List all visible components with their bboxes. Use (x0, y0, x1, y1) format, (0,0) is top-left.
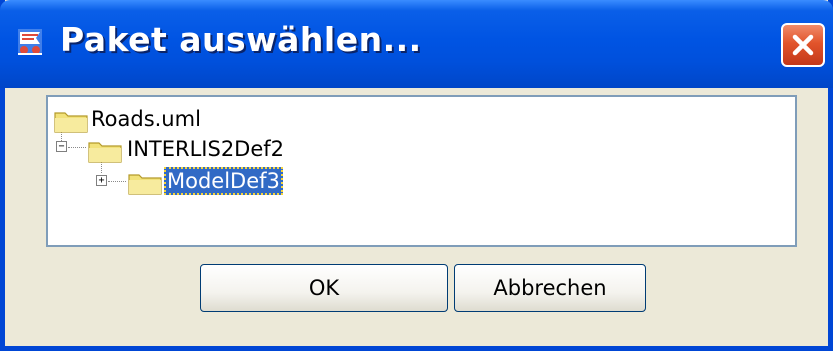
ok-button[interactable]: OK (200, 264, 448, 312)
folder-icon (54, 112, 88, 133)
tree-node-label: Roads.uml (91, 107, 201, 131)
package-tree[interactable]: Roads.uml − INTERLIS2Def2 + ModelDef3 (46, 95, 797, 247)
folder-icon (88, 142, 122, 163)
close-icon (792, 34, 814, 56)
app-icon (14, 26, 46, 58)
cancel-button[interactable]: Abbrechen (454, 264, 646, 312)
folder-icon (128, 174, 162, 195)
collapse-toggle[interactable]: − (56, 141, 67, 152)
expand-toggle[interactable]: + (96, 175, 107, 186)
dialog-window: Paket auswählen... Roads.uml − INTERLIS2… (0, 0, 833, 351)
window-title: Paket auswählen... (60, 20, 422, 59)
close-button[interactable] (781, 23, 825, 67)
tree-node-label: INTERLIS2Def2 (127, 137, 285, 161)
tree-connector (68, 147, 86, 148)
title-bar[interactable]: Paket auswählen... (0, 0, 833, 88)
tree-connector (108, 181, 126, 182)
tree-node-label: ModelDef3 (164, 167, 283, 195)
